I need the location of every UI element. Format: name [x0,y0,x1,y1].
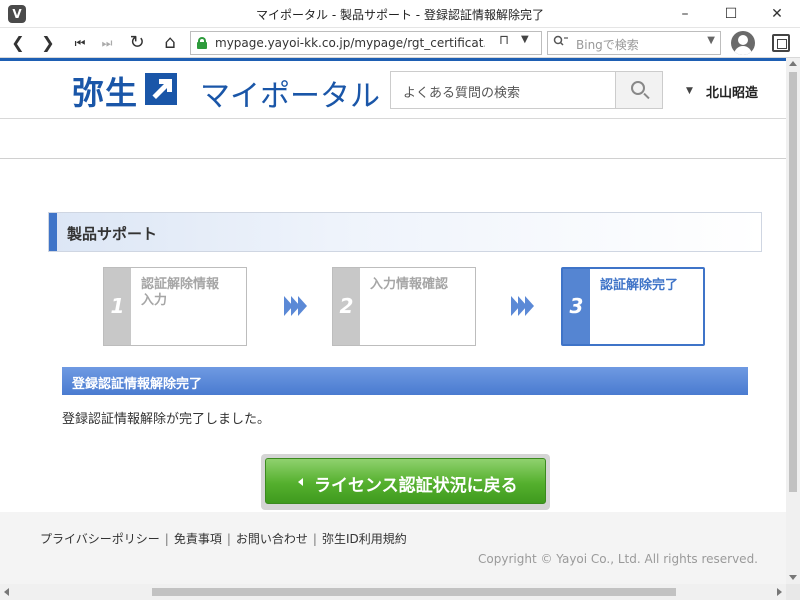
browser-search-placeholder: Bingで検索 [576,38,639,52]
logo-brand-text[interactable]: 弥生 [72,68,138,114]
footer-separator: | [312,532,317,546]
url-text[interactable]: mypage.yayoi-kk.co.jp/mypage/rgt_certifi… [215,36,485,50]
complete-message: 登録認証情報解除が完了しました。 [62,412,271,427]
maximize-button[interactable]: ☐ [708,0,754,28]
search-engine-dropdown-icon[interactable]: ▼ [707,35,715,46]
footer-separator: | [226,532,231,546]
footer-links: プライバシーポリシー | 免責事項 | お問い合わせ | 弥生ID利用規約 [40,530,407,547]
horizontal-scroll-thumb[interactable] [152,588,676,596]
lock-icon [197,37,207,49]
home-icon[interactable]: ⌂ [158,31,182,55]
copyright: Copyright © Yayoi Co., Ltd. All rights r… [478,552,758,566]
step-2: 2 入力情報確認 [332,267,476,346]
faq-search-input[interactable]: よくある質問の検索 [390,71,616,109]
footer-link-contact[interactable]: お問い合わせ [236,532,308,546]
step-3: 3 認証解除完了 [561,267,705,346]
step-number: 3 [563,269,590,344]
window-titlebar: V マイポータル - 製品サポート - 登録認証情報解除完了 – ☐ ✕ [0,0,800,28]
user-menu-dropdown-icon[interactable]: ▼ [686,86,693,96]
footer-link-terms[interactable]: 弥生ID利用規約 [322,532,407,546]
scrollbar-corner [786,584,800,600]
site-header: 弥生 マイポータル よくある質問の検索 ▼ 北山昭造 [0,61,786,119]
faq-search-placeholder: よくある質問の検索 [403,86,521,101]
close-button[interactable]: ✕ [754,0,800,28]
logo-arrow-icon[interactable] [145,73,177,105]
browser-search-input[interactable]: Bingで検索 ▼ [547,31,721,55]
scroll-down-icon[interactable] [789,575,797,580]
step-number: 1 [104,268,131,345]
scroll-left-icon[interactable] [4,588,9,596]
logo-product-text[interactable]: マイポータル [200,71,380,115]
site-footer: プライバシーポリシー | 免責事項 | お問い合わせ | 弥生ID利用規約 Copyrigh… [0,512,786,584]
faq-search-button[interactable] [615,71,663,109]
step-label: 認証解除完了 [600,278,679,293]
step-number: 2 [333,268,360,345]
search-icon [553,35,569,52]
reload-icon[interactable]: ↻ [125,31,149,55]
bookmark-icon[interactable]: ⊓ [499,33,509,48]
horizontal-scrollbar[interactable] [0,584,786,600]
user-name[interactable]: 北山昭造 [706,82,758,101]
step-arrow-icon [284,296,310,316]
last-icon[interactable]: ⏭ [95,31,119,55]
scroll-up-icon[interactable] [789,61,797,66]
complete-title: 登録認証情報解除完了 [72,377,203,392]
return-button-label: ライセンス認証状況に戻る [314,476,518,496]
return-to-license-status-button[interactable]: ライセンス認証状況に戻る [265,458,546,504]
step-label: 認証解除情報 入力 [141,277,219,309]
forward-icon[interactable]: ❯ [36,31,60,55]
vertical-scroll-thumb[interactable] [789,72,797,492]
minimize-button[interactable]: – [662,0,708,28]
step-label-text: 認証解除情報 入力 [141,277,220,308]
url-dropdown-icon[interactable]: ▼ [521,34,529,45]
step-1: 1 認証解除情報 入力 [103,267,247,346]
header-sub-band [0,119,786,159]
first-icon[interactable]: ⏮ [68,31,92,55]
step-label: 入力情報確認 [370,277,449,292]
step-arrow-icon [511,296,537,316]
address-bar[interactable]: mypage.yayoi-kk.co.jp/mypage/rgt_certifi… [190,31,542,55]
footer-link-privacy[interactable]: プライバシーポリシー [40,532,160,546]
complete-title-bar: 登録認証情報解除完了 [62,367,748,395]
section-title: 製品サポート [67,225,158,243]
section-header-tab [49,213,57,251]
footer-link-disclaimer[interactable]: 免責事項 [174,532,222,546]
scroll-right-icon[interactable] [777,588,782,596]
capture-icon[interactable] [772,34,790,52]
left-arrow-icon [298,478,303,486]
return-button-frame: ライセンス認証状況に戻る [261,454,550,510]
vertical-scrollbar[interactable] [786,58,800,584]
browser-toolbar: ❮ ❯ ⏮ ⏭ ↻ ⌂ mypage.yayoi-kk.co.jp/mypage… [0,28,800,58]
footer-separator: | [164,532,169,546]
back-icon[interactable]: ❮ [6,31,30,55]
section-header: 製品サポート [48,212,762,252]
profile-icon[interactable] [731,31,755,55]
